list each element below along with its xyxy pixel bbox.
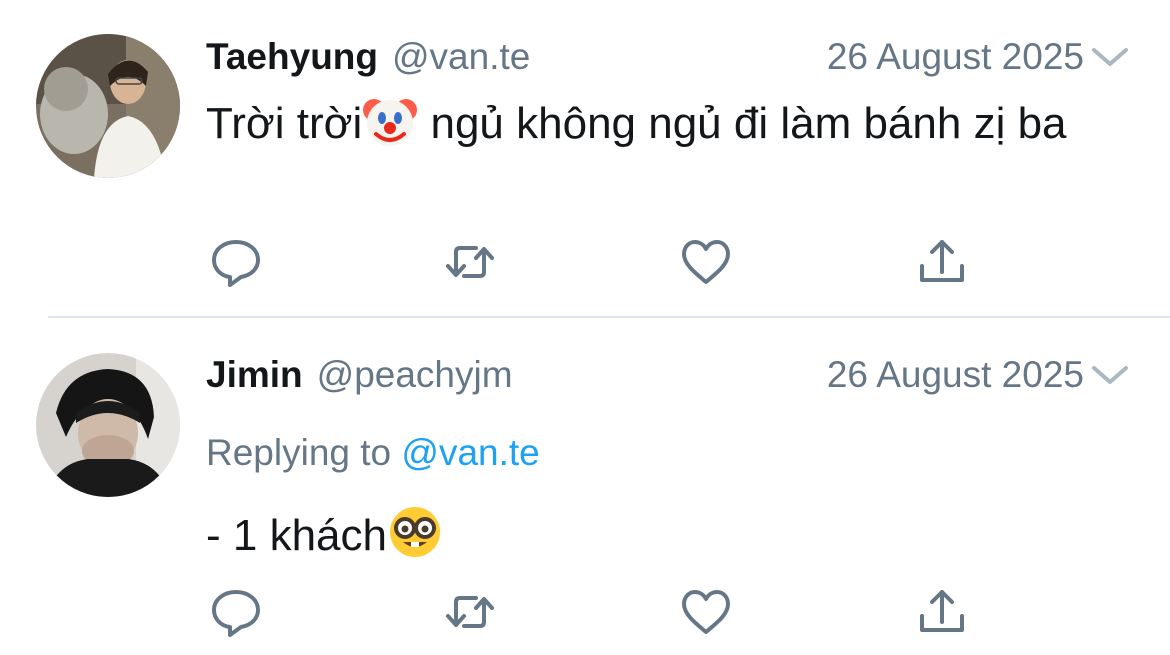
chevron-down-icon[interactable] bbox=[1090, 42, 1130, 72]
tweet-actions bbox=[206, 582, 976, 642]
display-name[interactable]: Taehyung @van.te bbox=[206, 36, 530, 78]
reply-icon[interactable] bbox=[206, 582, 266, 642]
tweet-text: Trời trời ngủ không ngủ đi làm bánh zị b… bbox=[206, 92, 1116, 154]
tweet-text: - 1 khách bbox=[206, 504, 1116, 566]
display-name-text[interactable]: Taehyung bbox=[206, 36, 378, 77]
like-icon[interactable] bbox=[676, 582, 736, 642]
share-icon[interactable] bbox=[912, 582, 972, 642]
reply-icon[interactable] bbox=[206, 232, 266, 292]
tweet[interactable]: Taehyung @van.te 26 August 2025 Trời trời… bbox=[0, 0, 1170, 316]
tweet-text-part: ngủ không ngủ đi làm bánh zị ba bbox=[418, 99, 1067, 148]
tweet-text-part: - 1 khách bbox=[206, 511, 387, 560]
clown-face-emoji bbox=[362, 92, 418, 148]
retweet-icon[interactable] bbox=[440, 232, 500, 292]
like-icon[interactable] bbox=[676, 232, 736, 292]
avatar[interactable] bbox=[36, 353, 180, 497]
replying-to: Replying to @van.te bbox=[206, 432, 540, 474]
display-name-text[interactable]: Jimin bbox=[206, 354, 303, 395]
retweet-icon[interactable] bbox=[440, 582, 500, 642]
display-name[interactable]: Jimin @peachyjm bbox=[206, 354, 513, 396]
avatar[interactable] bbox=[36, 34, 180, 178]
username[interactable]: @peachyjm bbox=[317, 354, 513, 395]
tweet[interactable]: Jimin @peachyjm 26 August 2025 Replying t… bbox=[0, 318, 1170, 655]
tweet-header: Taehyung @van.te 26 August 2025 bbox=[206, 36, 1130, 84]
nerd-face-emoji bbox=[387, 504, 443, 560]
replying-to-link[interactable]: @van.te bbox=[401, 432, 539, 473]
tweet-date[interactable]: 26 August 2025 bbox=[827, 36, 1084, 78]
tweet-header: Jimin @peachyjm 26 August 2025 bbox=[206, 354, 1130, 402]
username[interactable]: @van.te bbox=[392, 36, 530, 77]
replying-to-label: Replying to bbox=[206, 432, 392, 473]
tweet-text-part: Trời trời bbox=[206, 99, 363, 148]
tweet-actions bbox=[206, 232, 976, 292]
share-icon[interactable] bbox=[912, 232, 972, 292]
tweet-date[interactable]: 26 August 2025 bbox=[827, 354, 1084, 396]
chevron-down-icon[interactable] bbox=[1090, 360, 1130, 390]
